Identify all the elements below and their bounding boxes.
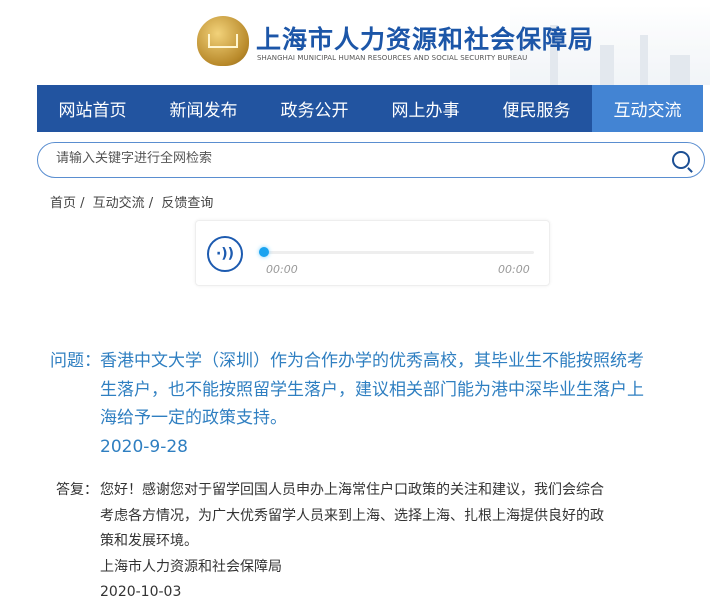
bureau-logo[interactable] — [197, 16, 249, 66]
nav-gov-affairs[interactable]: 政务公开 — [259, 85, 370, 132]
question-text-line: 香港中文大学（深圳）作为合作办学的优秀高校，其毕业生不能按照统考 — [100, 351, 644, 371]
search-icon[interactable] — [672, 151, 690, 169]
breadcrumb-interaction[interactable]: 互动交流 / — [93, 196, 154, 211]
answer-org: 上海市人力资源和社会保障局 — [100, 558, 282, 575]
speaker-play-icon[interactable]: ·)) — [207, 236, 243, 272]
nav-public-services[interactable]: 便民服务 — [481, 85, 592, 132]
question-label: 问题： — [50, 351, 101, 371]
audio-progress-slider[interactable] — [259, 247, 534, 257]
search-bar — [37, 142, 705, 178]
audio-player: ·)) 00:00 00:00 — [195, 220, 550, 286]
question-text-line: 生落户，也不能按照留学生落户，建议相关部门能为港中深毕业生落户上 — [100, 379, 644, 400]
answer-date: 2020-10-03 — [100, 584, 182, 600]
search-input[interactable] — [56, 151, 656, 166]
answer-text-line: 考虑各方情况，为广大优秀留学人员来到上海、选择上海、扎根上海提供良好的政 — [100, 507, 604, 524]
progress-knob[interactable] — [259, 247, 269, 257]
nav-news[interactable]: 新闻发布 — [148, 85, 259, 132]
site-header: 上海市人力资源和社会保障局 SHANGHAI MUNICIPAL HUMAN R… — [0, 0, 720, 85]
question-date: 2020-9-28 — [100, 436, 188, 457]
nav-home[interactable]: 网站首页 — [37, 85, 148, 132]
question-text-line: 海给予一定的政策支持。 — [100, 408, 287, 428]
nav-interaction[interactable]: 互动交流 — [592, 85, 703, 132]
breadcrumb-current: 反馈查询 — [161, 196, 214, 211]
answer-text-line: 策和发展环境。 — [100, 533, 198, 549]
site-title: 上海市人力资源和社会保障局 — [256, 25, 595, 54]
answer-text-line: 您好！感谢您对于留学回国人员申办上海常住户口政策的关注和建议，我们会综合 — [100, 482, 604, 498]
main-nav: 网站首页 新闻发布 政务公开 网上办事 便民服务 互动交流 — [37, 85, 703, 132]
site-title-en: SHANGHAI MUNICIPAL HUMAN RESOURCES AND S… — [257, 54, 528, 62]
duration: 00:00 — [498, 263, 530, 276]
nav-online-services[interactable]: 网上办事 — [370, 85, 481, 132]
current-time: 00:00 — [266, 263, 298, 276]
answer-label: 答复： — [56, 482, 98, 498]
breadcrumb: 首页 / 互动交流 / 反馈查询 — [50, 192, 217, 211]
breadcrumb-home[interactable]: 首页 / — [50, 196, 85, 211]
